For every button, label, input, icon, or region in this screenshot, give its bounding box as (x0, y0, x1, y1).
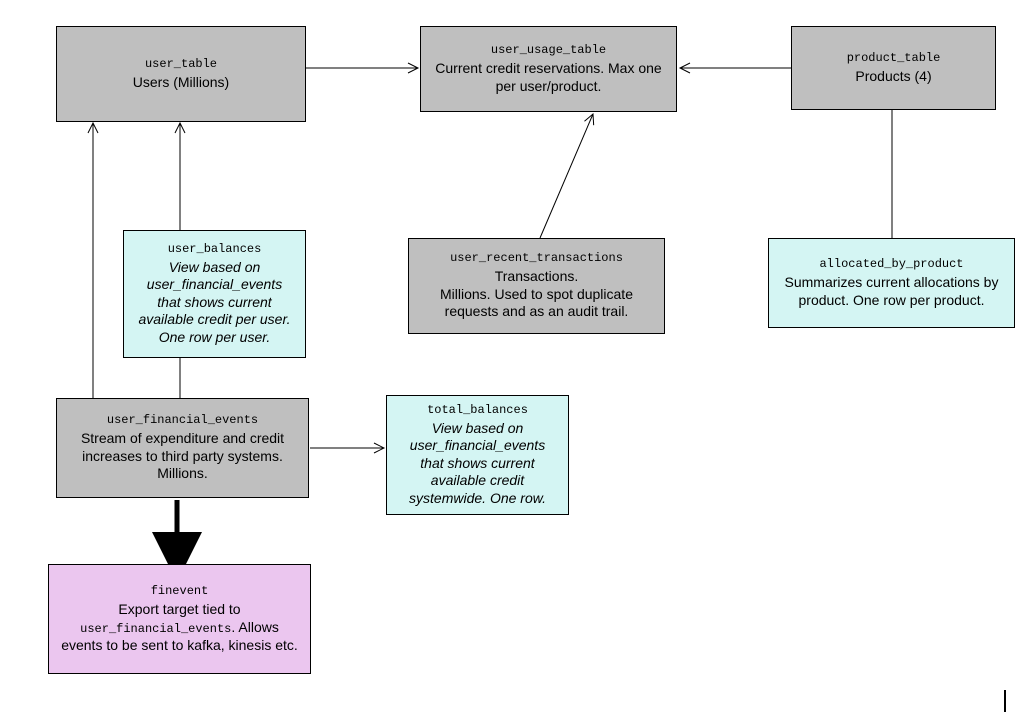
node-user-table-code: user_table (67, 57, 295, 72)
node-allocated-by-product-code: allocated_by_product (779, 257, 1004, 272)
edge-user-recent-transactions-to-user-usage-table (540, 114, 593, 238)
node-user-table-desc: Users (Millions) (67, 74, 295, 92)
node-finevent-desc-prefix: Export target tied to (118, 601, 240, 617)
node-total-balances-code: total_balances (397, 403, 558, 418)
node-user-recent-transactions[interactable]: user_recent_transactions Transactions. M… (408, 238, 665, 334)
node-finevent-desc: Export target tied to user_financial_eve… (59, 601, 300, 654)
node-user-recent-transactions-code: user_recent_transactions (419, 251, 654, 266)
node-user-usage-table-desc: Current credit reservations. Max one per… (431, 60, 666, 95)
node-finevent-desc-code: user_financial_events (80, 622, 231, 636)
node-user-usage-table[interactable]: user_usage_table Current credit reservat… (420, 26, 677, 112)
node-finevent-code: finevent (59, 584, 300, 599)
node-finevent[interactable]: finevent Export target tied to user_fina… (48, 564, 311, 674)
node-total-balances[interactable]: total_balances View based on user_financ… (386, 395, 569, 515)
node-user-financial-events-code: user_financial_events (67, 413, 298, 428)
node-allocated-by-product-desc: Summarizes current allocations by produc… (779, 274, 1004, 309)
node-product-table[interactable]: product_table Products (4) (791, 26, 996, 110)
node-user-balances-desc: View based on user_financial_events that… (134, 259, 295, 347)
text-cursor (1004, 690, 1006, 712)
node-allocated-by-product[interactable]: allocated_by_product Summarizes current … (768, 238, 1015, 328)
node-total-balances-desc: View based on user_financial_events that… (397, 420, 558, 508)
node-user-recent-transactions-desc: Transactions. Millions. Used to spot dup… (419, 268, 654, 321)
node-user-table[interactable]: user_table Users (Millions) (56, 26, 306, 122)
node-product-table-desc: Products (4) (802, 68, 985, 86)
node-user-financial-events-desc: Stream of expenditure and credit increas… (67, 430, 298, 483)
node-product-table-code: product_table (802, 51, 985, 66)
node-user-financial-events[interactable]: user_financial_events Stream of expendit… (56, 398, 309, 498)
diagram-canvas: user_table Users (Millions) user_usage_t… (0, 0, 1026, 721)
node-user-usage-table-code: user_usage_table (431, 43, 666, 58)
node-user-balances-code: user_balances (134, 242, 295, 257)
node-user-balances[interactable]: user_balances View based on user_financi… (123, 230, 306, 358)
